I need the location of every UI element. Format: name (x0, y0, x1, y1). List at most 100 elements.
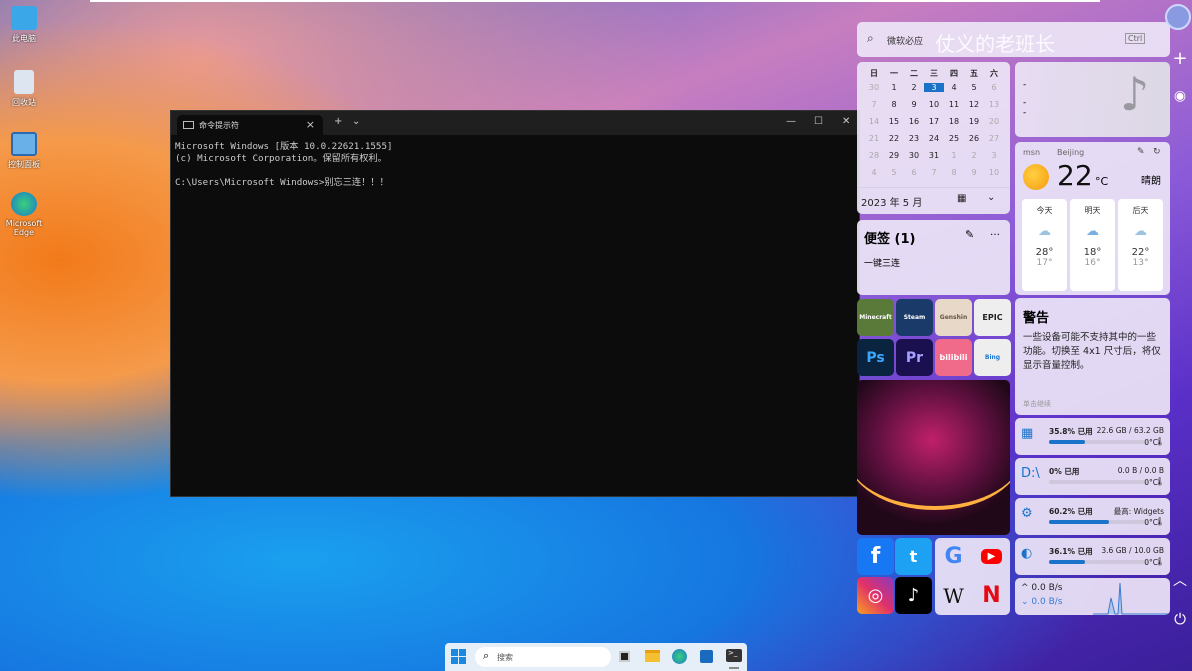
calendar-day[interactable]: 8 (884, 100, 904, 109)
collapse-chevron-icon[interactable]: ︿ (1170, 570, 1190, 590)
store-icon[interactable] (700, 650, 713, 663)
terminal-icon[interactable]: >_ (726, 649, 742, 662)
edit-icon[interactable]: ✎ (1137, 147, 1145, 157)
avatar[interactable] (1165, 4, 1191, 30)
calendar-day[interactable]: 26 (964, 134, 984, 143)
start-button[interactable] (451, 649, 466, 664)
console-output[interactable]: Microsoft Windows [版本 10.0.22621.1555] (c… (171, 135, 859, 195)
pencil-icon[interactable]: ✎ (965, 228, 974, 241)
calendar-day[interactable]: 1 (944, 151, 964, 160)
maximize-button[interactable]: ☐ (814, 116, 823, 127)
calendar-day[interactable]: 30 (864, 83, 884, 92)
app-bing[interactable]: Bing (974, 339, 1011, 376)
wikipedia-link[interactable]: W (935, 577, 972, 614)
weather-widget[interactable]: msn Beijing ✎ ↻ 22 °C 晴朗 今天 ☁ 28° 17° 明天 ☁ 18… (1015, 142, 1170, 295)
tab-cmd[interactable]: 命令提示符 × (177, 115, 323, 135)
calendar-day[interactable]: 23 (904, 134, 924, 143)
stat-memory[interactable]: ◐ 36.1% 已用 3.6 GB / 10.0 GB 0°C 🌡 (1015, 538, 1170, 575)
power-icon[interactable]: ⏻ (1170, 610, 1190, 628)
calendar-day[interactable]: 6 (984, 83, 1004, 92)
calendar-day[interactable]: 1 (884, 83, 904, 92)
add-widget-icon[interactable]: + (1170, 48, 1190, 69)
calendar-day[interactable]: 9 (964, 168, 984, 177)
calendar-day[interactable]: 2 (904, 83, 924, 92)
calendar-day[interactable]: 8 (944, 168, 964, 177)
desktop-icon-control-panel[interactable]: 控制面板 (4, 132, 44, 170)
calendar-day[interactable]: 6 (904, 168, 924, 177)
twitter-link[interactable]: t (895, 538, 932, 575)
app-premiere[interactable]: Pr (896, 339, 933, 376)
calendar-day[interactable]: 4 (864, 168, 884, 177)
photo-widget[interactable] (857, 380, 1010, 535)
calendar-day[interactable]: 27 (984, 134, 1004, 143)
warning-widget[interactable]: 警告 一些设备可能不支持其中的一些功能。切换至 4x1 尺寸后，将仅显示音量控制… (1015, 298, 1170, 415)
stat-cpu[interactable]: ⚙ 60.2% 已用 最高: Widgets 0°C 🌡 (1015, 498, 1170, 535)
search-input[interactable]: 微软必应 (887, 34, 923, 47)
calendar-day[interactable]: 29 (884, 151, 904, 160)
calendar-day[interactable]: 10 (984, 168, 1004, 177)
calendar-icon[interactable]: ▦ (957, 193, 966, 204)
taskbar-search[interactable]: ⌕ 搜索 (475, 647, 611, 667)
refresh-icon[interactable]: ↻ (1153, 147, 1161, 157)
search-widget[interactable]: ⌕ 微软必应 仗义的老班长 Ctrl (857, 22, 1170, 57)
stat-disk-d[interactable]: D:\ 0% 已用 0.0 B / 0.0 B 0°C 🌡 (1015, 458, 1170, 495)
calendar-day[interactable]: 28 (864, 151, 884, 160)
calendar-day[interactable]: 16 (904, 117, 924, 126)
desktop-icon-edge[interactable]: Microsoft Edge (4, 192, 44, 237)
calendar-day[interactable]: 22 (884, 134, 904, 143)
google-link[interactable]: G (935, 538, 972, 575)
calendar-day[interactable]: 11 (944, 100, 964, 109)
command-prompt-window[interactable]: 命令提示符 × + ⌄ — ☐ ✕ Microsoft Windows [版本 1… (170, 110, 860, 497)
calendar-day[interactable]: 5 (964, 83, 984, 92)
eye-icon[interactable]: ◉ (1170, 88, 1190, 104)
calendar-day[interactable]: 31 (924, 151, 944, 160)
note-item[interactable]: 一键三连 (864, 256, 900, 269)
edge-icon[interactable] (672, 649, 687, 664)
calendar-day[interactable]: 10 (924, 100, 944, 109)
calendar-day[interactable]: 7 (924, 168, 944, 177)
calendar-day[interactable]: 4 (944, 83, 964, 92)
more-icon[interactable]: … (990, 227, 1000, 238)
app-steam[interactable]: Steam (896, 299, 933, 336)
instagram-link[interactable]: ◎ (857, 577, 894, 614)
calendar-day[interactable]: 20 (984, 117, 1004, 126)
close-tab-icon[interactable]: × (306, 118, 315, 131)
calendar-day[interactable]: 5 (884, 168, 904, 177)
calendar-day[interactable]: 3 (924, 83, 944, 92)
app-photoshop[interactable]: Ps (857, 339, 894, 376)
calendar-day[interactable]: 3 (984, 151, 1004, 160)
tiktok-link[interactable]: ♪ (895, 577, 932, 614)
calendar-day[interactable]: 14 (864, 117, 884, 126)
warning-hint[interactable]: 单击继续 (1023, 399, 1051, 409)
dropdown-chevron-icon[interactable]: ⌄ (352, 116, 360, 127)
netflix-link[interactable]: N (973, 577, 1010, 614)
music-widget[interactable]: - - - ♪ (1015, 62, 1170, 137)
youtube-link[interactable]: ▶ (973, 538, 1010, 575)
new-tab-button[interactable]: + (334, 116, 342, 127)
calendar-day[interactable]: 15 (884, 117, 904, 126)
calendar-day[interactable]: 25 (944, 134, 964, 143)
desktop-icon-recycle-bin[interactable]: 回收站 (4, 70, 44, 108)
title-bar[interactable]: 命令提示符 × + ⌄ — ☐ ✕ (171, 111, 859, 135)
file-explorer-icon[interactable] (645, 650, 660, 662)
calendar-day[interactable]: 9 (904, 100, 924, 109)
app-minecraft[interactable]: Minecraft (857, 299, 894, 336)
app-epic[interactable]: EPIC (974, 299, 1011, 336)
sticky-notes-widget[interactable]: 便签 (1) ✎ … 一键三连 (857, 220, 1010, 295)
calendar-day[interactable]: 17 (924, 117, 944, 126)
close-button[interactable]: ✕ (842, 116, 850, 127)
facebook-link[interactable]: f (857, 538, 894, 575)
calendar-day[interactable]: 12 (964, 100, 984, 109)
calendar-day[interactable]: 21 (864, 134, 884, 143)
calendar-day[interactable]: 19 (964, 117, 984, 126)
calendar-day[interactable]: 7 (864, 100, 884, 109)
calendar-day[interactable]: 18 (944, 117, 964, 126)
calendar-day[interactable]: 30 (904, 151, 924, 160)
chevron-down-icon[interactable]: ⌄ (987, 192, 995, 203)
desktop-icon-this-pc[interactable]: 此电脑 (4, 6, 44, 44)
task-view-icon[interactable] (619, 651, 630, 662)
minimize-button[interactable]: — (786, 116, 796, 127)
stat-disk-c[interactable]: ▦ 35.8% 已用 22.6 GB / 63.2 GB 0°C 🌡 (1015, 418, 1170, 455)
calendar-day[interactable]: 2 (964, 151, 984, 160)
calendar-day[interactable]: 24 (924, 134, 944, 143)
